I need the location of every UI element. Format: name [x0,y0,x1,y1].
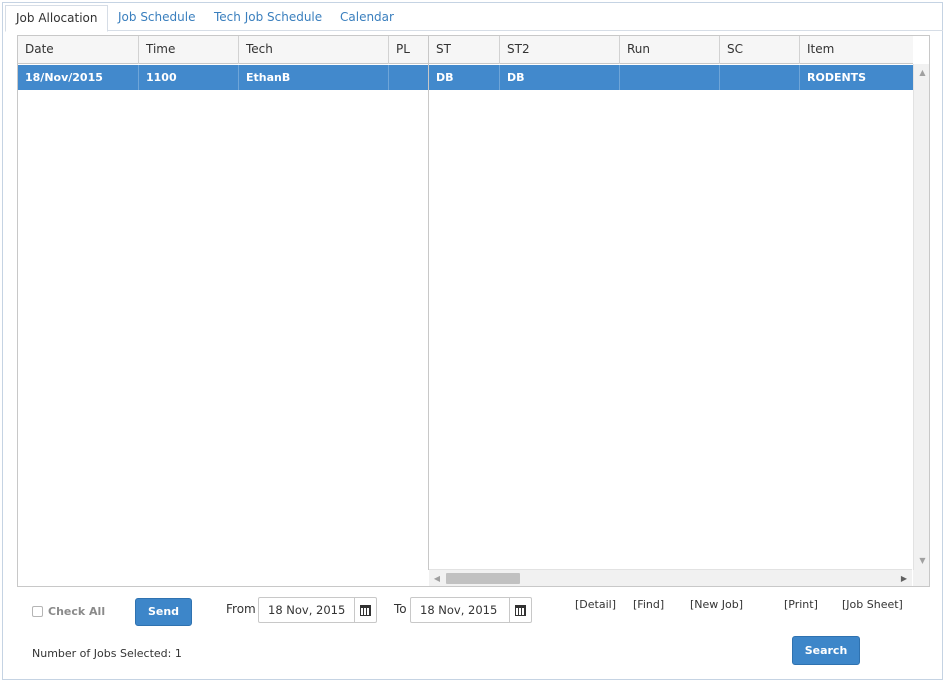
from-label: From [226,602,256,616]
check-all[interactable]: Check All [32,604,105,618]
cell-tech: EthanB [239,65,389,90]
jobs-selected-count: Number of Jobs Selected: 1 [32,647,182,660]
new-job-link[interactable]: [New Job] [690,598,743,611]
from-date-field[interactable]: 18 Nov, 2015 [258,597,377,623]
search-button[interactable]: Search [792,636,860,665]
cell-item: RODENTS [807,71,867,84]
column-header-st2[interactable]: ST2 [500,36,620,64]
cell-sc [720,65,800,90]
cell-time: 1100 [139,65,239,90]
column-header-tech[interactable]: Tech [239,36,389,64]
column-header-date[interactable]: Date [18,36,139,64]
cell-run [620,65,720,90]
tab-job-allocation[interactable]: Job Allocation [5,5,109,32]
to-date-value: 18 Nov, 2015 [420,603,498,617]
from-date-value: 18 Nov, 2015 [268,603,346,617]
tab-tech-job-schedule[interactable]: Tech Job Schedule [204,5,332,32]
to-label: To [394,602,407,616]
job-sheet-link[interactable]: [Job Sheet] [842,598,903,611]
column-header-run[interactable]: Run [620,36,720,64]
to-date-picker[interactable] [509,598,531,622]
print-link[interactable]: [Print] [784,598,818,611]
column-header-pl[interactable]: PL [389,36,429,64]
column-header-sc[interactable]: SC [720,36,800,64]
from-date-picker[interactable] [354,598,376,622]
column-header-time[interactable]: Time [139,36,239,64]
horizontal-scrollbar[interactable]: ◀ ▶ [429,569,912,586]
arrow-left-icon[interactable]: ◀ [429,570,445,586]
column-header-item[interactable]: Item [800,36,913,64]
arrow-right-icon[interactable]: ▶ [896,570,912,586]
grid-header: Date Time Tech PL ST ST2 Run SC Item [18,36,913,64]
arrow-down-icon[interactable]: ▼ [914,554,929,568]
tab-bar: Job Allocation Job Schedule Tech Job Sch… [5,5,943,32]
cell-st2: DB [500,65,620,90]
cell-date: 18/Nov/2015 [18,65,139,90]
tab-job-schedule[interactable]: Job Schedule [108,5,205,32]
check-all-label: Check All [48,604,106,618]
table-row[interactable]: 18/Nov/2015 1100 EthanB DB DB RODENTS [18,65,913,90]
jobs-grid: Date Time Tech PL ST ST2 Run SC Item 18/… [17,35,930,587]
calendar-icon [515,604,526,616]
cell-pl [389,65,429,90]
frozen-column-divider [428,36,429,570]
calendar-icon [360,604,371,616]
detail-link[interactable]: [Detail] [575,598,616,611]
vertical-scrollbar[interactable]: ▲ ▼ [913,64,929,570]
find-link[interactable]: [Find] [633,598,664,611]
horizontal-scroll-thumb[interactable] [446,573,520,584]
send-button[interactable]: Send [135,598,192,626]
check-all-checkbox[interactable] [32,605,43,617]
cell-st: DB [429,65,500,90]
column-header-st[interactable]: ST [429,36,500,64]
tab-calendar[interactable]: Calendar [330,5,404,32]
to-date-field[interactable]: 18 Nov, 2015 [410,597,532,623]
scrollbar-corner [913,570,929,586]
arrow-up-icon[interactable]: ▲ [914,66,929,80]
